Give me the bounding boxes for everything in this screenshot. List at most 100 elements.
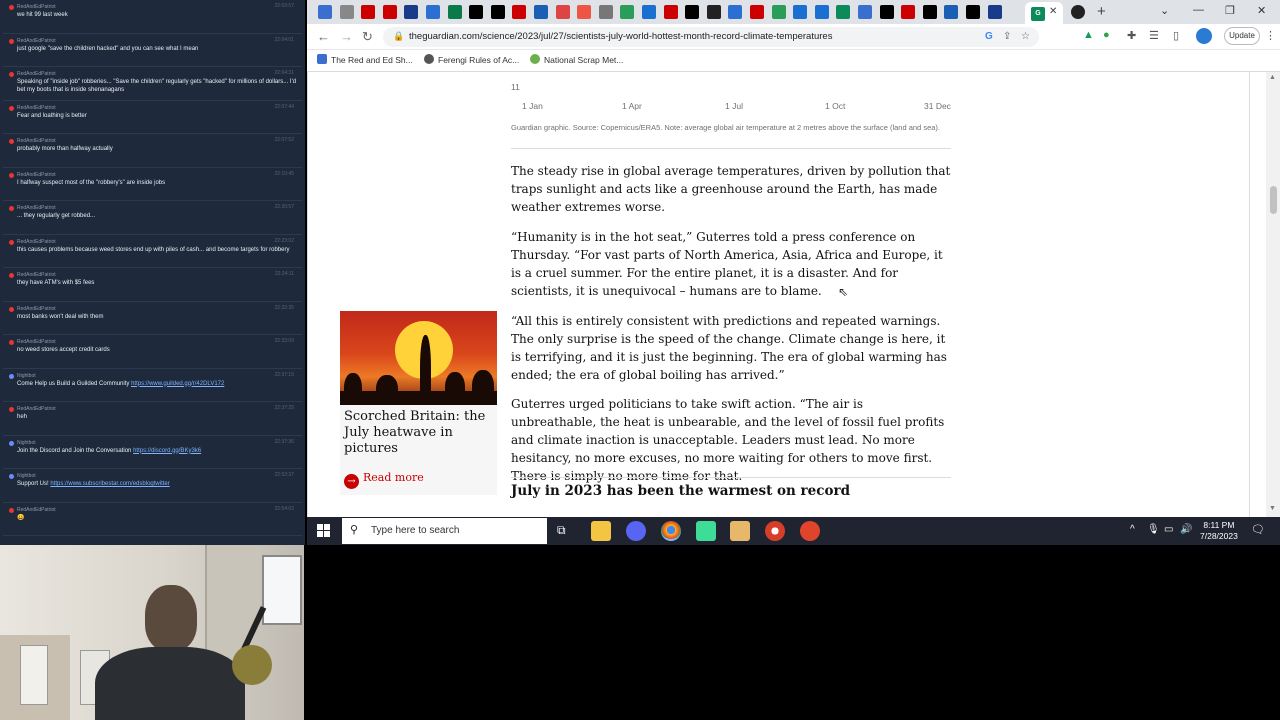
guilded-icon[interactable]	[696, 521, 716, 541]
chat-link[interactable]: https://www.subscribestar.com/edsblogtwi…	[50, 481, 169, 487]
windows-start-icon[interactable]	[317, 524, 331, 538]
tab-favicon-icon[interactable]	[534, 5, 548, 19]
tab-favicon-icon[interactable]	[577, 5, 592, 19]
chat-link[interactable]: https://www.guilded.gg/r/42DLV172	[131, 381, 224, 387]
scrollbar-thumb[interactable]	[1270, 186, 1277, 214]
tab-favicon-icon[interactable]	[706, 5, 721, 19]
chat-link[interactable]: https://discord.gg/BKy3k6	[133, 448, 201, 454]
extensions-puzzle-icon[interactable]: ✚	[1127, 29, 1136, 42]
tab-favicon-icon[interactable]	[404, 5, 419, 19]
tab-favicon-icon[interactable]	[663, 5, 678, 19]
share-icon[interactable]: ⇪	[1003, 31, 1011, 42]
tab-favicon-icon[interactable]	[966, 5, 980, 19]
bookmark-item[interactable]: National Scrap Met...	[530, 54, 623, 65]
forward-icon[interactable]: →	[340, 29, 353, 44]
lock-icon[interactable]: 🔒	[393, 31, 404, 42]
tab-favicon-icon[interactable]	[685, 5, 700, 19]
bookmark-item[interactable]: Ferengi Rules of Ac...	[424, 54, 519, 65]
scroll-up-icon[interactable]: ▲	[1269, 74, 1276, 81]
maximize-icon[interactable]: ❐	[1225, 4, 1235, 17]
tab-favicon-icon[interactable]	[318, 5, 332, 19]
menu-kebab-icon[interactable]: ⋮	[1265, 29, 1276, 42]
chrome-icon[interactable]	[661, 521, 681, 541]
volume-icon[interactable]: 🔊	[1180, 524, 1192, 535]
notifications-icon[interactable]: 🗨	[1251, 523, 1265, 536]
tab-favicon-icon[interactable]	[858, 5, 872, 19]
extension-icon[interactable]: ●	[1103, 29, 1110, 41]
update-button[interactable]: Update	[1224, 27, 1260, 45]
tray-overflow-icon[interactable]: ^	[1130, 524, 1135, 535]
new-tab-button[interactable]: +	[1097, 3, 1106, 20]
microphone-icon[interactable]: 🎙	[1147, 524, 1160, 535]
google-lens-icon[interactable]: G	[985, 31, 993, 42]
tab-favicon-icon[interactable]	[987, 5, 1002, 19]
tab-favicon-icon[interactable]	[382, 5, 397, 19]
tab-favicon-icon[interactable]	[750, 5, 764, 19]
taskbar-clock[interactable]: 8:11 PM 7/28/2023	[1200, 520, 1238, 542]
reading-list-icon[interactable]: ☰	[1149, 29, 1159, 42]
tab-favicon-icon[interactable]	[642, 5, 656, 19]
tab-favicon-icon[interactable]	[728, 5, 743, 19]
chat-timestamp: 22:07:44	[274, 103, 294, 110]
chat-message: RedAndEdPatriot 22:54:02 😀	[3, 503, 302, 536]
task-view-icon[interactable]: ⧉	[557, 523, 566, 538]
tab-favicon-icon[interactable]	[944, 5, 959, 19]
network-icon[interactable]: ▭	[1164, 524, 1173, 535]
file-explorer-icon[interactable]	[591, 521, 611, 541]
tab-favicon-icon[interactable]	[598, 5, 613, 19]
profile-tab-icon[interactable]	[1071, 5, 1085, 19]
address-bar[interactable]: 🔒 theguardian.com/science/2023/jul/27/sc…	[383, 27, 1039, 47]
tab-active[interactable]: G ✕	[1025, 2, 1063, 24]
obs-icon[interactable]	[765, 521, 785, 541]
discord-icon[interactable]	[626, 521, 646, 541]
chat-timestamp: 22:20:57	[274, 204, 294, 210]
windows-taskbar: ⚲ Type here to search ⧉ ^ 🎙 ▭ 🔊 8:11 PM …	[307, 517, 1280, 545]
chat-message: RedAndEdPatriot 22:24:11 they have ATM's w…	[3, 268, 302, 302]
tab-favicon-icon[interactable]	[814, 5, 829, 19]
drive-extension-icon[interactable]: ▲	[1083, 29, 1094, 41]
bookmark-item[interactable]: The Red and Ed Sh...	[317, 54, 413, 65]
minimize-icon[interactable]: —	[1193, 4, 1204, 16]
chat-username: RedAndEdPatriot	[17, 171, 56, 178]
read-more-link[interactable]: → Read more	[344, 471, 424, 489]
tab-favicon-icon[interactable]	[512, 5, 527, 19]
silhouette-person	[376, 375, 398, 405]
profile-avatar[interactable]	[1196, 28, 1212, 44]
close-window-icon[interactable]: ✕	[1257, 4, 1266, 17]
article-paragraph: “Humanity is in the hot seat,” Guterres …	[511, 230, 943, 298]
scroll-down-icon[interactable]: ▼	[1269, 505, 1276, 512]
bookmark-star-icon[interactable]: ☆	[1021, 31, 1030, 42]
tab-favicon-icon[interactable]	[447, 5, 462, 19]
tab-close-icon[interactable]: ✕	[1049, 6, 1057, 17]
heatwave-image[interactable]	[340, 311, 497, 405]
tab-favicon-icon[interactable]	[361, 5, 376, 19]
tab-favicon-icon[interactable]	[836, 5, 851, 19]
back-icon[interactable]: ←	[317, 29, 330, 44]
gallery-title[interactable]: Scorched Britain: the July heatwave in p…	[344, 409, 494, 457]
tab-favicon-icon[interactable]	[879, 5, 894, 19]
chat-username: RedAndEdPatriot	[17, 4, 56, 10]
tab-favicon-icon[interactable]	[922, 5, 937, 19]
side-panel-icon[interactable]: ▯	[1173, 29, 1179, 42]
tab-favicon-icon[interactable]	[620, 5, 635, 19]
article-subheading: July in 2023 has been the warmest on rec…	[511, 483, 851, 499]
tab-favicon-icon[interactable]	[555, 5, 570, 19]
reload-icon[interactable]: ↻	[362, 29, 373, 45]
related-gallery-card[interactable]: Scorched Britain: the July heatwave in p…	[340, 311, 497, 495]
tab-favicon-icon[interactable]	[426, 5, 440, 19]
tab-favicon-icon[interactable]	[490, 5, 505, 19]
media-app-icon[interactable]	[730, 521, 750, 541]
tab-favicon-icon[interactable]	[771, 5, 786, 19]
tab-favicon-icon[interactable]	[901, 5, 916, 19]
article-page: 11 1 Jan 1 Apr 1 Jul 1 Oct 31 Dec Guardi…	[307, 72, 1280, 517]
tab-favicon-icon[interactable]	[793, 5, 808, 19]
page-scrollbar[interactable]: ▲ ▼	[1266, 72, 1280, 517]
chat-message: RedAndEdPatriot 22:07:52 probably more tha…	[3, 134, 302, 168]
tab-favicon-icon[interactable]	[339, 5, 354, 19]
tab-favicon-icon[interactable]	[469, 5, 484, 19]
tab-search-icon[interactable]: ⌄	[1160, 4, 1169, 17]
mouse-cursor-icon: ⇖	[838, 285, 849, 299]
taskbar-search-box[interactable]: ⚲ Type here to search	[342, 518, 547, 544]
user-badge-icon	[9, 38, 14, 44]
app-icon[interactable]	[800, 521, 820, 541]
